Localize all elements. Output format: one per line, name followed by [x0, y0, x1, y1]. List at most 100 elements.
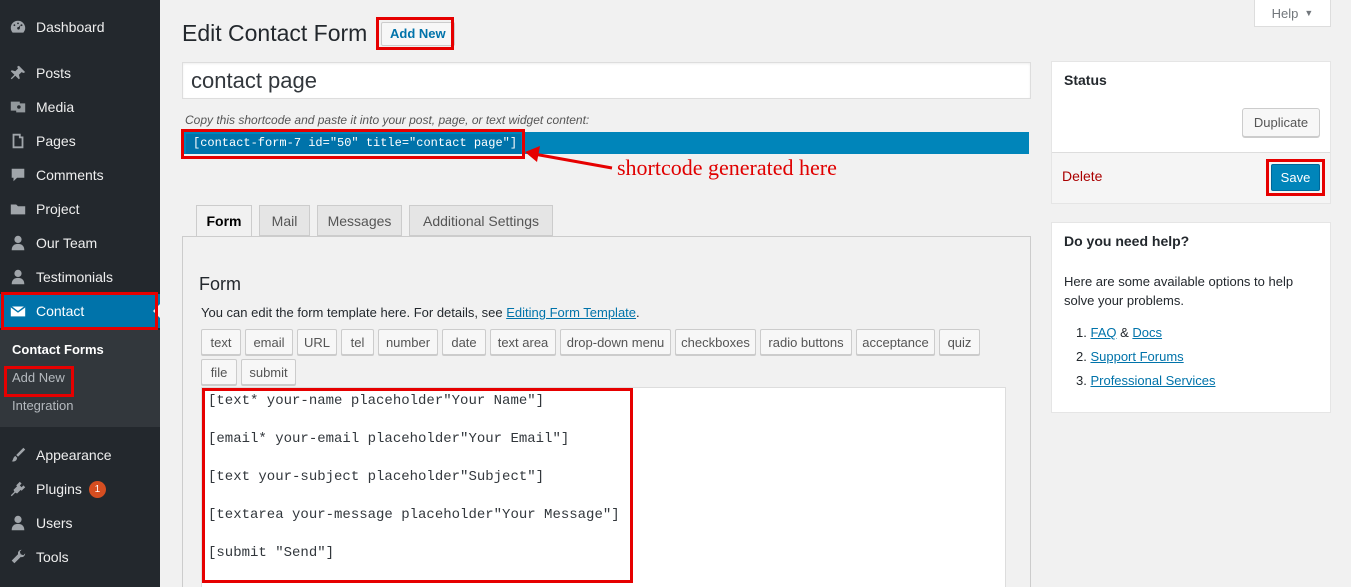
support-forums-link[interactable]: Support Forums: [1090, 349, 1183, 364]
help-label: Help: [1271, 5, 1299, 21]
tag-button-number[interactable]: number: [378, 329, 438, 355]
sidebar-item-dashboard[interactable]: Dashboard: [0, 10, 160, 44]
user-icon: [0, 514, 36, 532]
save-button[interactable]: Save: [1271, 164, 1320, 191]
envelope-icon: [0, 302, 36, 320]
sidebar-item-label: Plugins: [36, 481, 82, 497]
tag-button-email[interactable]: email: [245, 329, 293, 355]
sidebar-item-label: Tools: [36, 549, 69, 565]
tab-form[interactable]: Form: [196, 205, 252, 237]
sidebar-item-label: Users: [36, 515, 73, 531]
code-line: [text* your-name placeholder"Your Name"]: [208, 393, 545, 409]
shortcode-description: Copy this shortcode and paste it into yo…: [185, 113, 590, 127]
tag-button-textarea[interactable]: text area: [490, 329, 556, 355]
status-title: Status: [1064, 72, 1107, 88]
help-title: Do you need help?: [1064, 233, 1190, 249]
tag-button-submit[interactable]: submit: [241, 359, 296, 385]
caret-down-icon: ▼: [1304, 8, 1314, 18]
media-icon: [0, 98, 36, 116]
contact-submenu: Contact Forms Add New Integration: [0, 330, 160, 427]
sidebar-item-users[interactable]: Users: [0, 506, 160, 540]
sidebar-item-comments[interactable]: Comments: [0, 158, 160, 192]
sidebar-item-label: Project: [36, 201, 80, 217]
tab-mail[interactable]: Mail: [259, 205, 310, 236]
user-icon: [0, 268, 36, 286]
delete-link[interactable]: Delete: [1062, 168, 1102, 184]
tag-button-checkboxes[interactable]: checkboxes: [675, 329, 756, 355]
form-title-input[interactable]: contact page: [182, 62, 1031, 99]
help-tab-button[interactable]: Help ▼: [1254, 0, 1331, 27]
form-description: You can edit the form template here. For…: [201, 305, 640, 320]
help-list-item: 3. Professional Services: [1076, 373, 1215, 388]
help-list-item: 2. Support Forums: [1076, 349, 1184, 364]
annotation-arrow-icon: [525, 146, 613, 170]
add-new-button[interactable]: Add New: [381, 22, 455, 46]
wrench-icon: [0, 548, 36, 566]
submenu-item-contact-forms[interactable]: Contact Forms: [12, 342, 104, 357]
page-title: Edit Contact Form: [182, 20, 368, 46]
docs-link[interactable]: Docs: [1132, 325, 1162, 340]
sidebar-item-label: Appearance: [36, 447, 112, 463]
sidebar-item-label: Dashboard: [36, 19, 105, 35]
submenu-item-integration[interactable]: Integration: [12, 398, 73, 413]
tag-button-radio-buttons[interactable]: radio buttons: [760, 329, 852, 355]
brush-icon: [0, 446, 36, 464]
update-count-badge: 1: [88, 480, 106, 498]
tag-button-acceptance[interactable]: acceptance: [856, 329, 935, 355]
ampersand: &: [1120, 325, 1129, 340]
help-list-item: 1. FAQ & Docs: [1076, 325, 1162, 340]
code-line: [textarea your-message placeholder"Your …: [208, 507, 620, 523]
sidebar-item-project[interactable]: Project: [0, 192, 160, 226]
sidebar-item-appearance[interactable]: Appearance: [0, 438, 160, 472]
professional-services-link[interactable]: Professional Services: [1090, 373, 1215, 388]
code-line: [email* your-email placeholder"Your Emai…: [208, 431, 570, 447]
tag-button-tel[interactable]: tel: [341, 329, 374, 355]
editing-form-template-link[interactable]: Editing Form Template: [506, 305, 636, 320]
user-icon: [0, 234, 36, 252]
sidebar-item-label: Our Team: [36, 235, 98, 251]
help-text: Here are some available options to help …: [1064, 274, 1294, 308]
form-description-text: You can edit the form template here. For…: [201, 305, 507, 320]
tag-button-quiz[interactable]: quiz: [939, 329, 980, 355]
sidebar-item-media[interactable]: Media: [0, 90, 160, 124]
tag-button-url[interactable]: URL: [297, 329, 337, 355]
submenu-item-add-new[interactable]: Add New: [12, 370, 65, 385]
faq-link[interactable]: FAQ: [1090, 325, 1116, 340]
sidebar-item-label: Pages: [36, 133, 76, 149]
sidebar-item-label: Posts: [36, 65, 72, 81]
folder-icon: [0, 200, 36, 218]
code-line: [submit "Send"]: [208, 545, 335, 561]
tag-button-file[interactable]: file: [201, 359, 237, 385]
dashboard-icon: [0, 18, 36, 36]
sidebar-item-posts[interactable]: Posts: [0, 56, 160, 90]
sidebar-item-label: Contact: [36, 303, 85, 319]
tab-messages[interactable]: Messages: [317, 205, 402, 236]
plugin-icon: [0, 480, 36, 498]
tag-button-date[interactable]: date: [442, 329, 486, 355]
sidebar-item-label: Testimonials: [36, 269, 114, 285]
list-number: 1.: [1076, 325, 1087, 340]
code-line: [text your-subject placeholder"Subject"]: [208, 469, 545, 485]
list-number: 3.: [1076, 373, 1087, 388]
form-description-end: .: [636, 305, 640, 320]
sidebar-item-pages[interactable]: Pages: [0, 124, 160, 158]
pages-icon: [0, 132, 36, 150]
tag-button-text[interactable]: text: [201, 329, 241, 355]
shortcode-text[interactable]: [contact-form-7 id="50" title="contact p…: [186, 134, 521, 154]
sidebar-item-contact[interactable]: Contact: [0, 294, 160, 328]
sidebar-item-testimonials[interactable]: Testimonials: [0, 260, 160, 294]
form-heading: Form: [199, 274, 241, 294]
tab-additional-settings[interactable]: Additional Settings: [409, 205, 553, 236]
sidebar-item-our-team[interactable]: Our Team: [0, 226, 160, 260]
duplicate-button[interactable]: Duplicate: [1242, 108, 1320, 137]
annotation-text: shortcode generated here: [617, 155, 837, 180]
tag-button-dropdown-menu[interactable]: drop-down menu: [560, 329, 671, 355]
admin-sidebar: Dashboard Posts Media Pages Comments Pro…: [0, 0, 160, 587]
sidebar-item-label: Media: [36, 99, 75, 115]
sidebar-item-tools[interactable]: Tools: [0, 540, 160, 574]
comment-icon: [0, 166, 36, 184]
list-number: 2.: [1076, 349, 1087, 364]
pin-icon: [0, 64, 36, 82]
sidebar-item-label: Comments: [36, 167, 104, 183]
sidebar-item-plugins[interactable]: Plugins 1: [0, 472, 160, 506]
